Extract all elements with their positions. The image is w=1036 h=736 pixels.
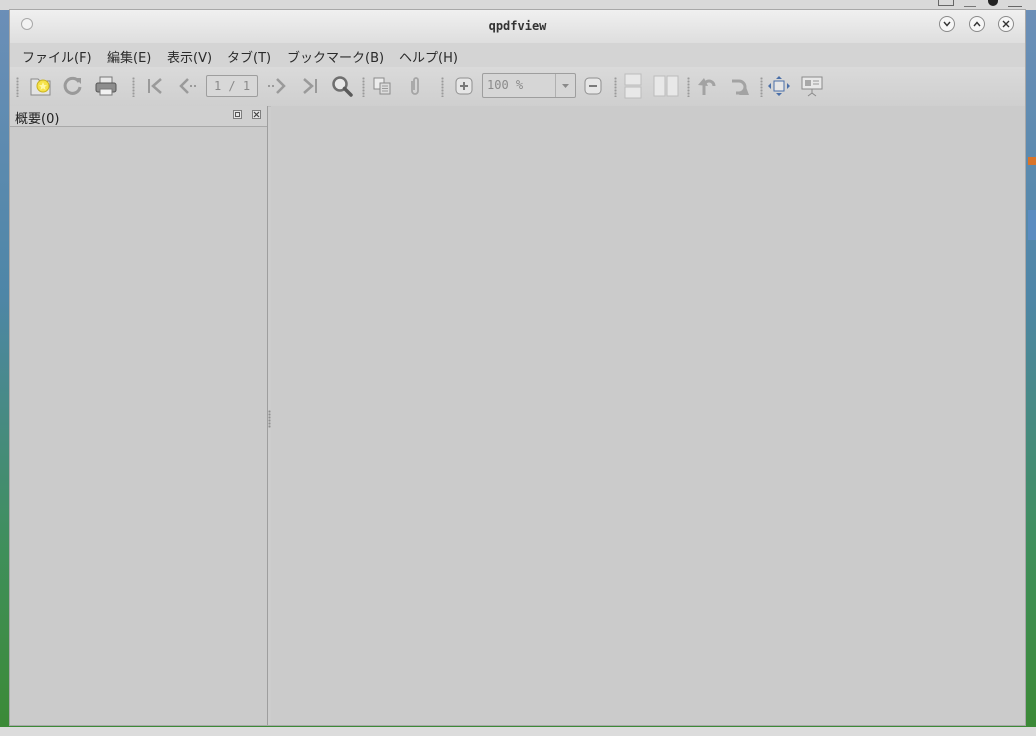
menu-bookmark[interactable]: ブックマーク(B) <box>287 47 384 66</box>
fit-to-page-button[interactable] <box>766 73 792 99</box>
refresh-icon <box>63 76 82 95</box>
search-icon <box>332 76 353 97</box>
open-button[interactable] <box>28 73 54 99</box>
presentation-button[interactable] <box>799 73 825 99</box>
fit-to-page-icon <box>768 76 790 96</box>
zoom-value: 100 % <box>487 78 524 92</box>
document-view[interactable] <box>271 106 1025 725</box>
menu-bar: ファイル(F) 編集(E) 表示(V) タブ(T) ブックマーク(B) ヘルプ(… <box>10 43 1025 67</box>
copy-button[interactable] <box>369 73 395 99</box>
outline-tree[interactable] <box>10 127 267 725</box>
open-icon <box>30 78 51 96</box>
two-pages-mode-button[interactable] <box>653 73 679 99</box>
title-bar[interactable]: qpdfview <box>10 10 1025 44</box>
first-page-icon <box>148 78 162 94</box>
next-page-icon <box>268 78 286 94</box>
attachment-button[interactable] <box>402 73 428 99</box>
last-page-button[interactable] <box>296 73 322 99</box>
window-title: qpdfview <box>488 19 547 33</box>
tray-minimize-icon[interactable] <box>964 0 976 7</box>
chevron-down-icon <box>943 21 951 27</box>
continuous-mode-icon <box>624 73 642 99</box>
menu-tab[interactable]: タブ(T) <box>227 47 271 66</box>
continuous-mode-button[interactable] <box>620 73 646 99</box>
two-pages-mode-icon <box>653 75 679 97</box>
close-dock-button[interactable] <box>252 110 261 119</box>
dropdown-arrow-icon[interactable] <box>555 74 575 97</box>
attachment-icon <box>411 77 419 95</box>
menu-edit[interactable]: 編集(E) <box>107 47 151 66</box>
menu-file[interactable]: ファイル(F) <box>22 47 92 66</box>
outline-dock-header[interactable]: 概要(0) <box>10 106 267 127</box>
menu-view[interactable]: 表示(V) <box>167 47 212 66</box>
copy-icon <box>373 77 391 95</box>
close-button[interactable] <box>998 16 1014 32</box>
outline-dock-title: 概要(0) <box>15 112 60 127</box>
main-toolbar: 1 / 1 100 % <box>10 67 1025 107</box>
print-button[interactable] <box>93 73 119 99</box>
menu-help[interactable]: ヘルプ(H) <box>399 47 458 66</box>
desktop-wallpaper-accent <box>1028 157 1036 165</box>
zoom-in-button[interactable] <box>451 73 477 99</box>
next-page-button[interactable] <box>264 73 290 99</box>
toolbar-grip[interactable] <box>614 77 617 97</box>
rotate-right-button[interactable] <box>727 73 753 99</box>
first-page-button[interactable] <box>143 73 169 99</box>
zoom-out-button[interactable] <box>580 73 606 99</box>
rotate-left-button[interactable] <box>693 73 719 99</box>
close-icon <box>1002 20 1010 28</box>
app-window: qpdfview ファイル(F) 編集(E) 表示(V) タブ(T) ブックマー… <box>9 9 1026 726</box>
previous-page-button[interactable] <box>175 73 201 99</box>
desktop-wallpaper-accent <box>1028 210 1036 240</box>
minimize-button[interactable] <box>939 16 955 32</box>
search-button[interactable] <box>329 73 355 99</box>
zoom-select[interactable]: 100 % <box>482 73 576 98</box>
zoom-in-icon <box>455 77 473 95</box>
rotate-left-icon <box>698 78 716 95</box>
toolbar-grip[interactable] <box>16 77 19 97</box>
print-icon <box>95 76 117 96</box>
toolbar-grip[interactable] <box>132 77 135 97</box>
previous-page-icon <box>179 78 197 94</box>
toolbar-grip[interactable] <box>441 77 444 97</box>
float-icon <box>235 112 240 117</box>
toolbar-grip[interactable] <box>362 77 365 97</box>
page-number-input[interactable]: 1 / 1 <box>206 75 258 97</box>
tray-menu-icon[interactable] <box>1008 0 1022 7</box>
zoom-out-icon <box>584 77 602 95</box>
desktop-bottom-panel <box>0 727 1036 736</box>
maximize-button[interactable] <box>969 16 985 32</box>
tray-window-icon[interactable] <box>938 0 954 6</box>
refresh-button[interactable] <box>60 73 86 99</box>
chevron-up-icon <box>973 21 981 27</box>
tray-power-icon[interactable] <box>988 0 998 6</box>
presentation-icon <box>801 76 823 97</box>
outline-dock: 概要(0) <box>10 106 268 725</box>
float-dock-button[interactable] <box>233 110 242 119</box>
close-icon <box>253 111 260 118</box>
toolbar-grip[interactable] <box>760 77 763 97</box>
rotate-right-icon <box>732 79 749 95</box>
last-page-icon <box>303 78 317 94</box>
toolbar-grip[interactable] <box>687 77 690 97</box>
